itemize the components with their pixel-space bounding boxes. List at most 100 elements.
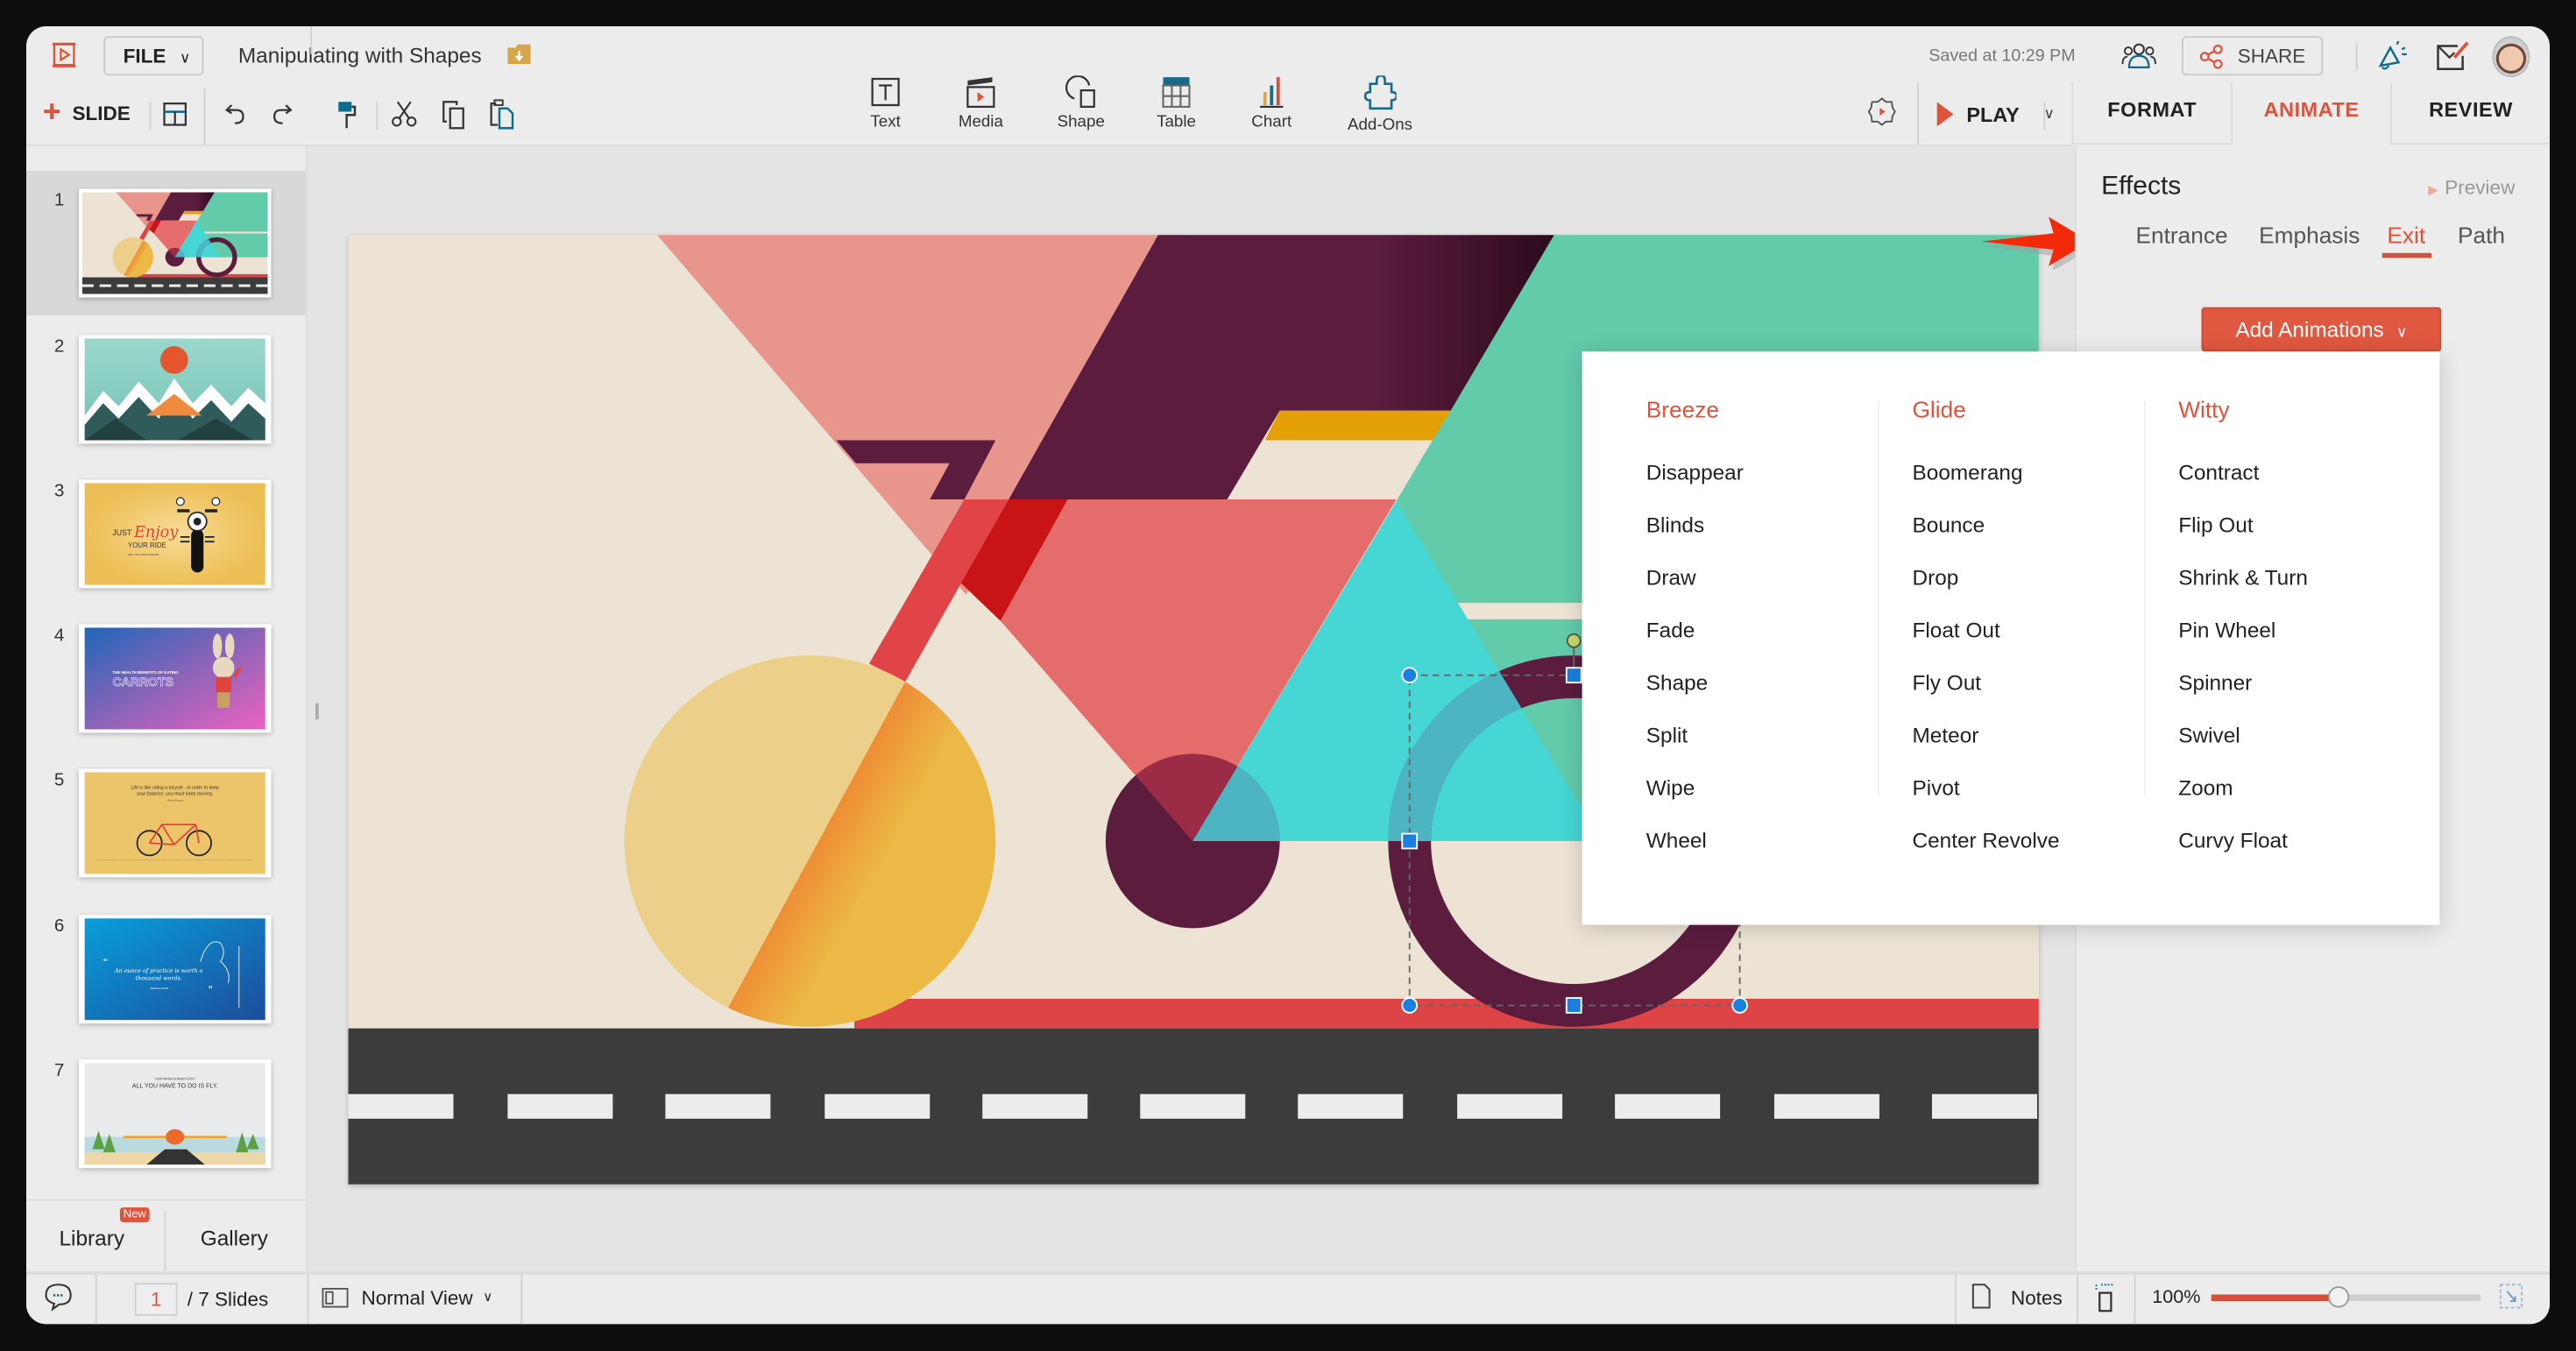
- feedback-mail-icon[interactable]: [2437, 41, 2471, 71]
- page-number-input[interactable]: [134, 1283, 178, 1316]
- library-button[interactable]: New Library: [26, 1201, 165, 1272]
- insert-media-button[interactable]: Media: [931, 75, 1030, 131]
- redo-icon[interactable]: [271, 102, 294, 126]
- gallery-button[interactable]: Gallery: [166, 1201, 305, 1272]
- slideshow-settings-gear-icon[interactable]: [1867, 97, 1896, 127]
- animation-option-fly-out[interactable]: Fly Out: [1913, 670, 1982, 695]
- insert-text-button[interactable]: Text: [836, 75, 935, 131]
- slide-3-your-ride: YOUR RIDE: [128, 541, 166, 549]
- animation-option-meteor[interactable]: Meteor: [1913, 723, 1979, 747]
- user-avatar[interactable]: [2492, 36, 2530, 78]
- resize-handle[interactable]: [1401, 997, 1419, 1014]
- effects-tab-path[interactable]: Path: [2458, 222, 2505, 248]
- insert-table-button[interactable]: Table: [1127, 75, 1226, 131]
- paste-icon[interactable]: [490, 99, 514, 131]
- copy-icon[interactable]: [442, 100, 466, 130]
- announcements-icon[interactable]: [2375, 40, 2409, 71]
- zoom-slider-knob[interactable]: [2328, 1286, 2350, 1308]
- animation-option-shape[interactable]: Shape: [1646, 670, 1708, 695]
- fullscreen-icon[interactable]: [2499, 1283, 2523, 1309]
- resize-handle[interactable]: [1401, 832, 1419, 850]
- slide-thumbnail-1[interactable]: [79, 188, 272, 298]
- insert-label: Media: [958, 113, 1003, 131]
- collaborators-icon[interactable]: [2121, 43, 2157, 69]
- insert-chart-button[interactable]: Chart: [1222, 75, 1321, 131]
- format-painter-icon[interactable]: [336, 100, 357, 130]
- animation-option-spinner[interactable]: Spinner: [2178, 670, 2252, 695]
- insert-addons-button[interactable]: Add-Ons: [1331, 75, 1430, 135]
- animation-option-zoom[interactable]: Zoom: [2178, 775, 2233, 800]
- slide-thumbnail-6[interactable]: “ An ounce of practice is worth a thousand…: [79, 915, 272, 1024]
- slide-number: 2: [53, 336, 65, 357]
- svg-text:“: “: [103, 957, 108, 967]
- file-menu-button[interactable]: FILE ∨: [103, 36, 204, 76]
- play-button[interactable]: PLAY: [1936, 100, 2042, 130]
- add-slide-label: SLIDE: [72, 102, 131, 125]
- insert-shape-button[interactable]: Shape: [1032, 75, 1131, 131]
- app-window: FILE ∨ Manipulating with Shapes Saved at…: [0, 0, 2576, 1350]
- animation-option-split[interactable]: Split: [1646, 723, 1688, 747]
- cut-scissors-icon[interactable]: [391, 100, 417, 128]
- animation-option-pin-wheel[interactable]: Pin Wheel: [2178, 618, 2275, 642]
- slide-1-preview: [82, 192, 268, 294]
- animation-option-disappear[interactable]: Disappear: [1646, 460, 1744, 485]
- tab-format[interactable]: FORMAT: [2071, 81, 2232, 145]
- divider: [1917, 81, 1919, 145]
- animation-option-swivel[interactable]: Swivel: [2178, 723, 2240, 747]
- animation-option-fade[interactable]: Fade: [1646, 618, 1695, 642]
- zoom-slider[interactable]: [2211, 1286, 2481, 1308]
- slide-thumbnail-3[interactable]: JUST Enjoy YOUR RIDE FEEL THE FRESH BREEZE: [79, 479, 272, 589]
- animation-option-boomerang[interactable]: Boomerang: [1913, 460, 2023, 485]
- resize-handle[interactable]: [1731, 997, 1748, 1014]
- divider: [203, 88, 206, 145]
- notes-page-icon: [1971, 1284, 1991, 1309]
- layout-icon[interactable]: [163, 102, 188, 126]
- slide-thumbnail-2[interactable]: [79, 335, 272, 444]
- animation-option-wipe[interactable]: Wipe: [1646, 775, 1695, 800]
- resize-handle[interactable]: [1401, 667, 1419, 683]
- tab-animate[interactable]: ANIMATE: [2231, 81, 2391, 145]
- folder-icon[interactable]: [507, 44, 531, 65]
- resize-handle[interactable]: [1565, 997, 1582, 1014]
- animation-option-center-revolve[interactable]: Center Revolve: [1913, 828, 2060, 852]
- play-options-chevron-icon[interactable]: ∨: [2044, 105, 2055, 124]
- add-animations-button[interactable]: Add Animations ∨: [2201, 307, 2442, 352]
- tab-format-label: FORMAT: [2107, 98, 2197, 122]
- slide-thumbnail-5[interactable]: Life is like riding a bicycle - in order…: [79, 768, 272, 878]
- animation-option-pivot[interactable]: Pivot: [1913, 775, 1960, 800]
- tab-review[interactable]: REVIEW: [2390, 81, 2550, 145]
- animation-option-draw[interactable]: Draw: [1646, 565, 1696, 590]
- rotate-handle[interactable]: [1566, 633, 1582, 648]
- resize-handle[interactable]: [1565, 667, 1582, 683]
- divider: [95, 1275, 97, 1325]
- insert-label: Chart: [1251, 113, 1292, 131]
- animation-option-blinds[interactable]: Blinds: [1646, 513, 1704, 537]
- slide-thumbnail-4[interactable]: THE HEALTH BENEFITS OF EATING CARROTS: [79, 624, 272, 733]
- animation-option-flip-out[interactable]: Flip Out: [2178, 513, 2253, 537]
- share-button[interactable]: SHARE: [2182, 36, 2324, 76]
- undo-icon[interactable]: [223, 102, 246, 126]
- new-badge: New: [119, 1207, 150, 1222]
- panel-resize-handle[interactable]: [315, 703, 319, 720]
- animation-option-wheel[interactable]: Wheel: [1646, 828, 1707, 852]
- effects-tab-exit[interactable]: Exit: [2387, 222, 2425, 248]
- animation-option-shrink-turn[interactable]: Shrink & Turn: [2178, 565, 2308, 590]
- app-logo-icon[interactable]: [49, 41, 79, 69]
- animation-option-bounce[interactable]: Bounce: [1913, 513, 1985, 537]
- notes-button[interactable]: Notes: [1971, 1283, 2070, 1312]
- animation-option-float-out[interactable]: Float Out: [1913, 618, 2000, 642]
- active-tab-underline: [2381, 252, 2431, 258]
- slide-thumbnail-7[interactable]: YOUR WINGS ALREADY EXIST. ALL YOU HAVE TO…: [79, 1059, 272, 1169]
- insert-label: Add-Ons: [1347, 117, 1413, 135]
- preview-button[interactable]: ▶ Preview: [2428, 176, 2515, 199]
- document-title[interactable]: Manipulating with Shapes: [238, 43, 482, 67]
- animation-option-curvy-float[interactable]: Curvy Float: [2178, 828, 2288, 852]
- chat-icon[interactable]: [45, 1283, 73, 1312]
- slide-7-kicker: YOUR WINGS ALREADY EXIST.: [154, 1078, 195, 1081]
- animation-option-drop[interactable]: Drop: [1913, 565, 1959, 590]
- slide-3-preview: JUST EnjoyYOUR RIDE FEEL THE FRESH BREEZE: [84, 483, 265, 585]
- fit-to-screen-icon[interactable]: [2093, 1283, 2116, 1312]
- effects-tab-emphasis[interactable]: Emphasis: [2259, 222, 2360, 248]
- effects-tab-entrance[interactable]: Entrance: [2136, 222, 2228, 248]
- animation-option-contract[interactable]: Contract: [2178, 460, 2259, 485]
